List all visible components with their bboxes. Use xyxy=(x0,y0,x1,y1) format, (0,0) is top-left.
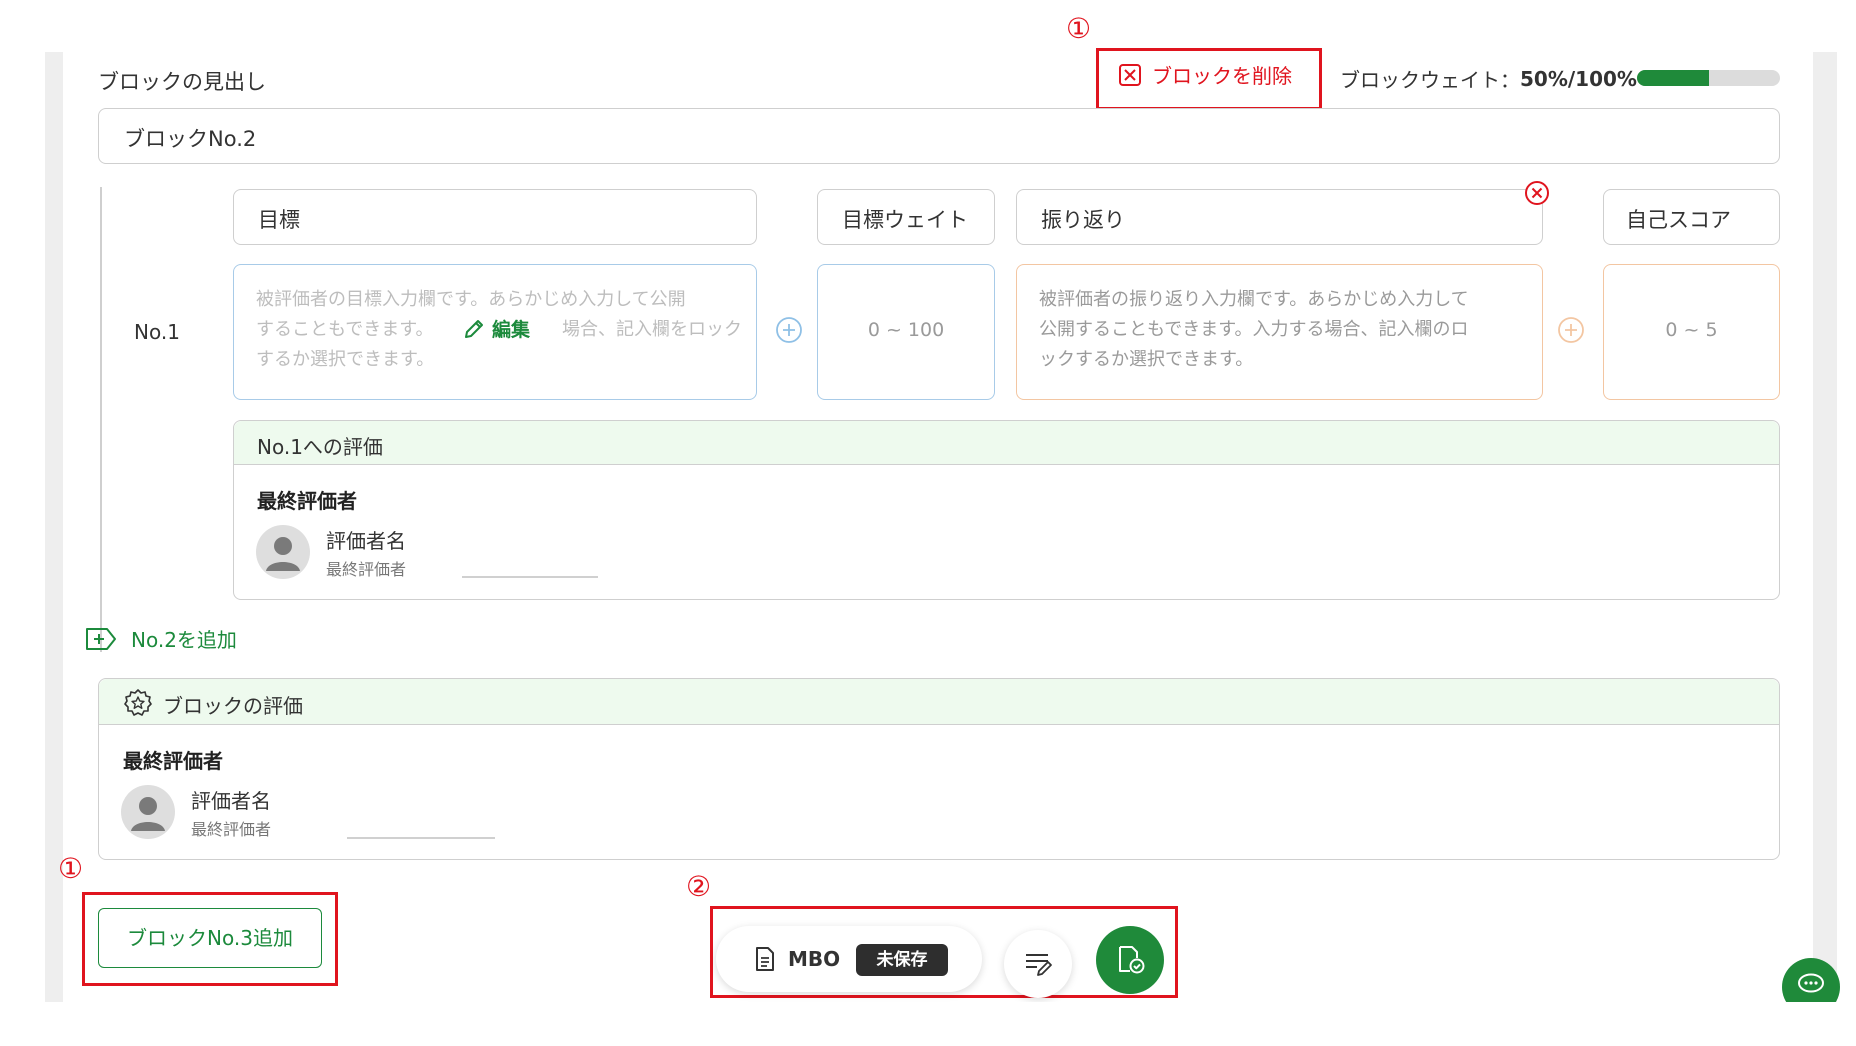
status-badge: 未保存 xyxy=(856,944,948,976)
column-header-goal-label: 目標 xyxy=(258,208,300,232)
plus-circle-icon xyxy=(776,317,802,343)
block-evaluator-role: 最終評価者 xyxy=(191,820,272,839)
block-heading-input[interactable]: ブロックNo.2 xyxy=(98,108,1780,164)
row1-evaluator-role: 最終評価者 xyxy=(326,560,407,579)
remove-reflection-button[interactable] xyxy=(1524,180,1550,206)
column-header-reflection: 振り返り xyxy=(1016,189,1543,245)
document-label: MBO xyxy=(788,947,841,971)
goal-placeholder-line2: することもできます。 xyxy=(256,319,434,340)
goal-placeholder-line3: するか選択できます。 xyxy=(256,349,435,370)
annotation-marker-1: ① xyxy=(58,852,84,885)
block-evaluator-score-line xyxy=(347,837,495,839)
self-score-placeholder: 0 ~ 5 xyxy=(1665,319,1718,341)
chat-icon xyxy=(1798,973,1824,993)
delete-block-label: ブロックを削除 xyxy=(1152,64,1292,88)
row1-evaluator-name: 評価者名 xyxy=(326,529,406,553)
block-evaluator-name: 評価者名 xyxy=(191,789,271,813)
column-header-self-score: 自己スコア xyxy=(1603,189,1780,245)
edit-list-button[interactable] xyxy=(1004,930,1072,998)
list-edit-icon xyxy=(1026,954,1052,976)
row1-evaluation-header: No.1への評価 xyxy=(234,421,1779,465)
goal-placeholder-line1: 被評価者の目標入力欄です。あらかじめ入力して公開 xyxy=(256,289,686,310)
block-weight-label: ブロックウェイト： xyxy=(1340,68,1520,92)
block-heading-value: ブロックNo.2 xyxy=(124,127,257,151)
row1-evaluation-panel: No.1への評価 最終評価者 評価者名 最終評価者 xyxy=(233,420,1780,600)
page-right-edge xyxy=(1813,52,1837,1002)
goal-placeholder-line2b: 場合、記入欄をロック xyxy=(562,319,742,340)
row-label-no1: No.1 xyxy=(134,320,180,344)
avatar xyxy=(121,785,175,839)
block-weight-value: 50%/100% xyxy=(1520,66,1637,91)
self-score-input[interactable]: 0 ~ 5 xyxy=(1603,264,1780,400)
user-icon xyxy=(131,797,165,831)
reflection-input[interactable]: 被評価者の振り返り入力欄です。あらかじめ入力して 公開することもできます。入力す… xyxy=(1016,264,1543,400)
edit-goal-button[interactable]: 編集 xyxy=(458,315,535,342)
column-header-self-score-label: 自己スコア xyxy=(1626,208,1731,232)
annotation-marker-2: ② xyxy=(686,870,712,903)
add-self-score-button[interactable] xyxy=(1557,316,1585,344)
plus-tag-icon xyxy=(86,627,116,650)
reflection-placeholder-line3: ックするか選択できます。 xyxy=(1039,349,1254,370)
column-header-goal-weight: 目標ウェイト xyxy=(817,189,995,245)
goal-weight-placeholder: 0 ~ 100 xyxy=(867,319,945,341)
row1-evaluator-score-line xyxy=(462,576,598,578)
plus-circle-icon xyxy=(1558,317,1584,343)
add-block-button[interactable]: ブロックNo.3追加 xyxy=(98,908,322,968)
pencil-icon xyxy=(465,319,483,338)
block-heading-label: ブロックの見出し xyxy=(98,70,266,94)
close-circle-icon xyxy=(1525,181,1549,205)
document-check-icon xyxy=(1119,946,1145,974)
column-header-goal-weight-label: 目標ウェイト xyxy=(842,208,968,232)
add-row-button[interactable]: No.2を追加 xyxy=(85,624,237,653)
block-evaluation-title: ブロックの評価 xyxy=(163,694,303,718)
badge-star-icon xyxy=(124,689,152,716)
add-row-label: No.2を追加 xyxy=(131,628,237,652)
goal-weight-input[interactable]: 0 ~ 100 xyxy=(817,264,995,400)
close-box-icon xyxy=(1119,63,1141,86)
user-icon xyxy=(266,537,300,571)
delete-block-button[interactable]: ブロックを削除 xyxy=(1118,60,1292,89)
column-header-goal: 目標 xyxy=(233,189,757,245)
column-header-reflection-label: 振り返り xyxy=(1041,208,1125,232)
block-weight: ブロックウェイト： 50%/100% xyxy=(1340,64,1637,93)
block-final-evaluator-heading: 最終評価者 xyxy=(123,749,223,773)
reflection-placeholder-line1: 被評価者の振り返り入力欄です。あらかじめ入力して xyxy=(1039,289,1469,310)
row1-final-evaluator-heading: 最終評価者 xyxy=(257,489,357,513)
add-goal-weight-button[interactable] xyxy=(775,316,803,344)
reflection-placeholder-line2: 公開することもできます。入力する場合、記入欄のロ xyxy=(1039,319,1469,340)
block-evaluation-panel: ブロックの評価 最終評価者 評価者名 最終評価者 xyxy=(98,678,1780,860)
document-icon xyxy=(756,947,774,971)
page-bottom-margin xyxy=(0,1002,1856,1046)
goal-input[interactable]: 被評価者の目標入力欄です。あらかじめ入力して公開 することもできます。 場合、記… xyxy=(233,264,757,400)
edit-goal-label: 編集 xyxy=(492,319,531,341)
row-guide-line xyxy=(100,187,102,652)
annotation-marker-1: ① xyxy=(1066,12,1092,45)
block-evaluation-header: ブロックの評価 xyxy=(99,679,1779,725)
avatar xyxy=(256,525,310,579)
row1-evaluation-title: No.1への評価 xyxy=(257,435,383,459)
document-status-pill[interactable]: MBO 未保存 xyxy=(716,926,982,992)
submit-document-button[interactable] xyxy=(1096,926,1164,994)
block-weight-progress xyxy=(1637,70,1780,86)
block-weight-progress-fill xyxy=(1637,70,1709,86)
